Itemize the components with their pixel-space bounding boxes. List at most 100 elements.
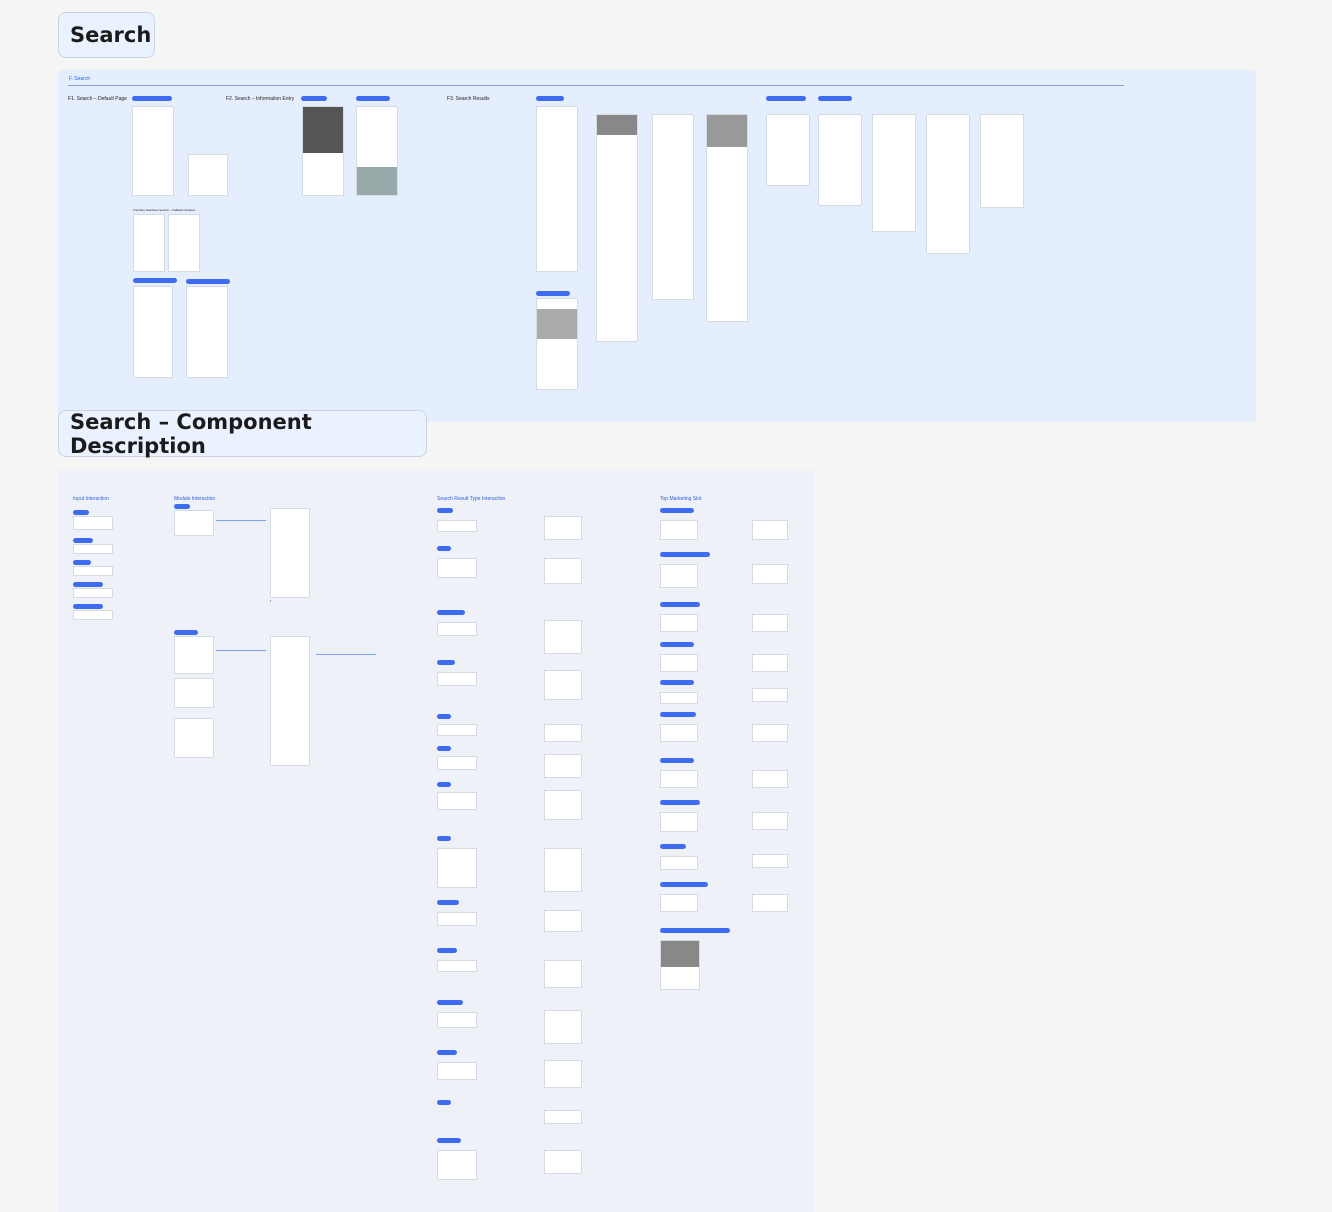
mini-frame[interactable] [437, 520, 477, 532]
tag-pill [437, 900, 459, 905]
mini-frame[interactable] [270, 508, 310, 598]
mini-frame[interactable] [660, 564, 698, 588]
mini-frame[interactable] [73, 588, 113, 598]
mini-frame[interactable] [752, 654, 788, 672]
mini-frame[interactable] [752, 894, 788, 912]
tag-pill [437, 1100, 451, 1105]
mini-frame[interactable] [73, 516, 113, 530]
mini-frame[interactable] [544, 670, 582, 700]
mini-frame[interactable] [660, 940, 700, 990]
result-frame[interactable] [980, 114, 1024, 208]
result-frame[interactable] [536, 106, 578, 272]
connector [316, 654, 376, 655]
mini-frame[interactable] [544, 754, 582, 778]
mini-frame[interactable] [752, 770, 788, 788]
mini-frame[interactable] [437, 1150, 477, 1180]
search-board[interactable]: F. Search F1. Search – Default Page F2. … [58, 70, 1256, 422]
mini-frame[interactable] [544, 1110, 582, 1124]
mini-frame[interactable] [174, 636, 214, 674]
tag-pill [186, 279, 230, 284]
tag-pill [660, 680, 694, 685]
mini-frame[interactable] [73, 610, 113, 620]
section-label-component-description[interactable]: Search – Component Description [58, 410, 427, 458]
mini-frame[interactable] [660, 770, 698, 788]
mini-frame[interactable] [752, 854, 788, 868]
mini-frame[interactable] [752, 812, 788, 830]
mini-frame[interactable] [437, 622, 477, 636]
mini-frame[interactable] [752, 520, 788, 540]
mini-frame[interactable] [660, 614, 698, 632]
mini-frame[interactable] [544, 620, 582, 654]
mini-frame[interactable] [752, 688, 788, 702]
mini-frame[interactable] [437, 1012, 477, 1028]
tag-pill [437, 746, 451, 751]
mini-frame[interactable] [544, 516, 582, 540]
mini-frame[interactable] [544, 910, 582, 932]
mini-frame[interactable] [752, 724, 788, 742]
mini-frame[interactable] [270, 636, 310, 766]
tag-pill [73, 510, 89, 515]
mini-frame[interactable] [544, 724, 582, 742]
tag-pill [437, 1138, 461, 1143]
phone-frame[interactable] [168, 214, 200, 272]
phone-frame[interactable] [188, 154, 228, 196]
mini-frame[interactable] [660, 856, 698, 870]
mini-frame[interactable] [437, 1062, 477, 1080]
tag-pill [660, 758, 694, 763]
col-title-result-type: Search Result Type Interaction [437, 496, 506, 502]
mini-frame[interactable] [437, 672, 477, 686]
mini-frame[interactable] [752, 614, 788, 632]
mini-frame[interactable] [174, 510, 214, 536]
result-frame[interactable] [596, 114, 638, 342]
result-frame[interactable] [652, 114, 694, 300]
result-frame[interactable] [926, 114, 970, 254]
tag-pill [437, 948, 457, 953]
mini-frame[interactable] [174, 718, 214, 758]
mini-frame[interactable] [437, 960, 477, 972]
mini-frame[interactable] [660, 692, 698, 704]
result-frame[interactable] [536, 298, 578, 390]
component-description-board[interactable]: Input Interaction Module Interaction Sea… [58, 470, 814, 1212]
mini-frame[interactable] [660, 654, 698, 672]
mini-frame[interactable] [437, 558, 477, 578]
tag-pill [660, 928, 730, 933]
mini-frame[interactable] [660, 894, 698, 912]
col-title-input: Input Interaction [73, 496, 109, 502]
mini-frame[interactable] [544, 848, 582, 892]
mini-frame[interactable] [544, 1010, 582, 1044]
tag-pill [437, 782, 451, 787]
phone-frame-keypad[interactable] [302, 106, 344, 196]
mini-frame[interactable] [437, 756, 477, 770]
mini-frame[interactable] [544, 1060, 582, 1088]
mini-frame[interactable] [73, 544, 113, 554]
mini-frame[interactable] [544, 960, 582, 988]
phone-frame[interactable] [186, 286, 228, 378]
section-label-search-text: Search [70, 23, 152, 47]
result-frame[interactable] [766, 114, 810, 186]
result-frame[interactable] [818, 114, 862, 206]
mini-frame[interactable] [174, 678, 214, 708]
phone-frame[interactable] [132, 106, 174, 196]
phone-frame[interactable] [356, 106, 398, 196]
result-frame[interactable] [706, 114, 748, 322]
tag-pill [73, 582, 103, 587]
tag-pill [73, 538, 93, 543]
tag-pill [437, 610, 465, 615]
mini-frame[interactable] [437, 848, 477, 888]
section-label-search[interactable]: Search [58, 12, 155, 58]
mini-frame[interactable] [437, 912, 477, 926]
mini-frame[interactable] [544, 1150, 582, 1174]
tag-pill [766, 96, 806, 101]
phone-frame[interactable] [133, 214, 165, 272]
mini-frame[interactable] [437, 724, 477, 736]
mini-frame[interactable] [660, 812, 698, 832]
mini-frame[interactable] [73, 566, 113, 576]
result-frame[interactable] [872, 114, 916, 232]
mini-frame[interactable] [544, 558, 582, 584]
phone-frame[interactable] [133, 286, 173, 378]
mini-frame[interactable] [660, 520, 698, 540]
mini-frame[interactable] [660, 724, 698, 742]
mini-frame[interactable] [437, 792, 477, 810]
mini-frame[interactable] [752, 564, 788, 584]
mini-frame[interactable] [544, 790, 582, 820]
